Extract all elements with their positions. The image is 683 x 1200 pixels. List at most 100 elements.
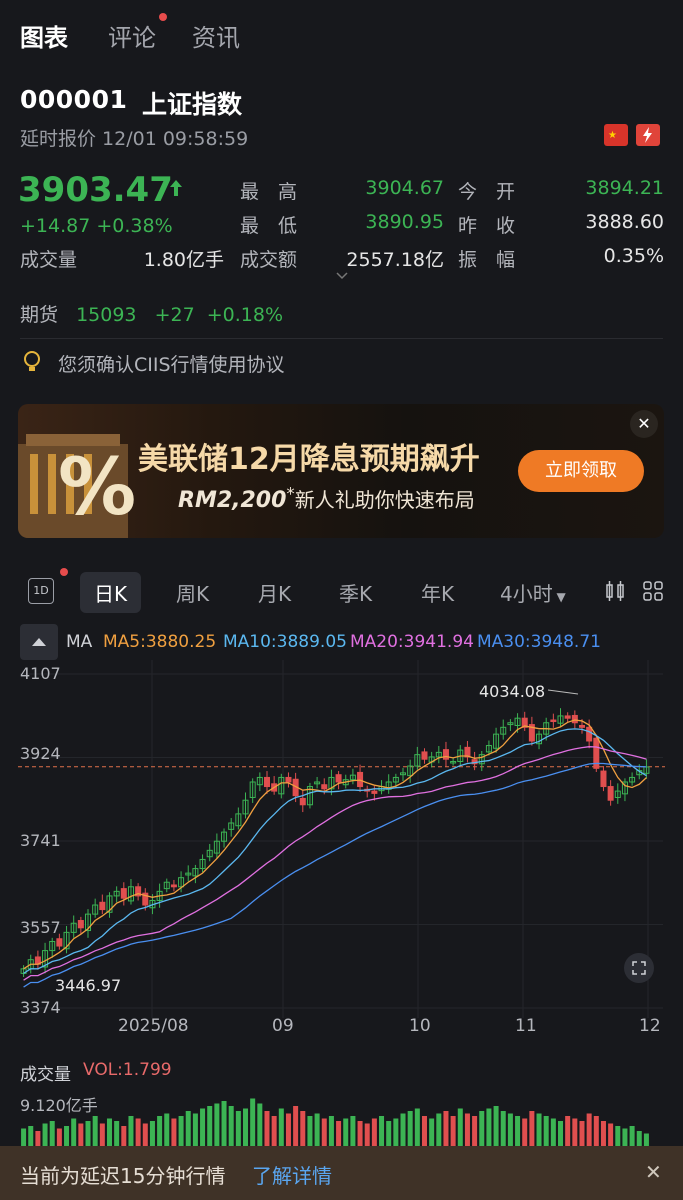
svg-text:★: ★ [608, 130, 617, 141]
volume-bar [515, 1116, 521, 1146]
candle-body [571, 714, 578, 724]
candle-body [550, 719, 557, 723]
volume-bar [443, 1111, 449, 1146]
volume-bar [472, 1116, 478, 1146]
futures-value: 15093 [76, 304, 137, 326]
volume-section-label: 成交量 [20, 1065, 71, 1085]
ciis-notice[interactable]: 您须确认CIIS行情使用协议 [58, 350, 285, 377]
intraday-1d-button[interactable]: 1D [28, 578, 54, 604]
x-tick-label: 09 [272, 1016, 294, 1036]
volume-bar [457, 1108, 463, 1146]
close-icon[interactable]: ✕ [645, 1160, 662, 1184]
volume-bar [579, 1121, 585, 1146]
learn-more-link[interactable]: 了解详情 [252, 1160, 332, 1189]
volume-bar [593, 1116, 599, 1146]
ma20-line [23, 746, 647, 981]
volume-indicator-value[interactable]: VOL:1.799 [83, 1060, 172, 1080]
volume-bar [371, 1118, 377, 1146]
futures-change-pct: +0.18% [206, 304, 283, 326]
low-value: 3890.95 [365, 211, 444, 233]
candle-body [564, 715, 571, 719]
volume-label: 成交量 [20, 249, 78, 271]
candle-body [321, 784, 328, 790]
candle-body [299, 797, 306, 806]
promo-banner[interactable]: % 美联储12月降息预期飙升 RM2,200*新人礼助你快速布局 立即领取 ✕ [18, 404, 664, 538]
volume-bar [99, 1123, 105, 1146]
volume-bar [572, 1118, 578, 1146]
tab-weekly-k[interactable]: 周K [176, 578, 209, 607]
volume-bar [235, 1111, 241, 1146]
y-tick-label: 3924 [20, 744, 61, 763]
amplitude-value: 0.35% [603, 245, 664, 267]
ma-label[interactable]: MA [66, 632, 92, 652]
volume-bar [128, 1116, 134, 1146]
y-tick-label: 4107 [20, 664, 61, 683]
volume-bar [35, 1131, 41, 1146]
candle-body [357, 771, 364, 788]
volume-bar [178, 1116, 184, 1146]
expand-chevron-icon[interactable] [335, 266, 349, 285]
volume-bar [300, 1111, 306, 1146]
volume-bar [278, 1108, 284, 1146]
volume-bar [49, 1121, 55, 1146]
tab-quarterly-k[interactable]: 季K [339, 578, 372, 607]
volume-bar [414, 1108, 420, 1146]
volume-bar [493, 1106, 499, 1146]
open-label: 今 开 [458, 181, 516, 203]
collapse-up-icon[interactable] [20, 624, 58, 660]
volume-bar [608, 1123, 614, 1146]
volume-bar [114, 1121, 120, 1146]
volume-bar [543, 1116, 549, 1146]
candle-body [442, 749, 449, 760]
tab-daily-k[interactable]: 日K [80, 572, 142, 613]
candle-body [285, 776, 292, 783]
high-label: 最 高 [240, 181, 298, 203]
fullscreen-icon[interactable] [624, 953, 654, 983]
tab-yearly-k[interactable]: 年K [421, 578, 454, 607]
banner-title: 美联储12月降息预期飙升 [138, 442, 480, 477]
close-icon[interactable]: ✕ [630, 410, 658, 438]
volume-bar [142, 1123, 148, 1146]
volume-bar [400, 1113, 406, 1146]
volume-bar [250, 1098, 256, 1146]
volume-bar [550, 1118, 556, 1146]
volume-bar [336, 1121, 342, 1146]
prev-close-label: 昨 收 [458, 215, 516, 237]
volume-bar [42, 1123, 48, 1146]
y-tick-label: 3557 [20, 918, 61, 937]
stock-name: 上证指数 [142, 90, 243, 119]
intraday-notification-dot [60, 568, 68, 576]
tab-news[interactable]: 资讯 [192, 18, 240, 53]
candle-body [578, 724, 585, 728]
banner-subtitle: RM2,200*新人礼助你快速布局 [178, 484, 475, 513]
candle-style-icon[interactable] [604, 580, 626, 606]
tab-monthly-k[interactable]: 月K [258, 578, 291, 607]
grid-menu-icon[interactable] [642, 580, 664, 606]
tab-4hour[interactable]: 4小时 ▼ [500, 578, 566, 607]
futures-row[interactable]: 期货 15093 +27 +0.18% [20, 300, 283, 327]
lightning-icon[interactable] [636, 124, 660, 146]
price-change: +14.87 +0.38% [20, 215, 173, 237]
volume-bar [393, 1118, 399, 1146]
volume-bar [157, 1116, 163, 1146]
volume-bar [507, 1113, 513, 1146]
amount-label: 成交额 [240, 249, 298, 271]
high-annotation: 4034.08 [479, 682, 546, 701]
china-flag-icon: ★ [604, 124, 628, 146]
volume-bar [28, 1126, 34, 1146]
volume-bar [479, 1111, 485, 1146]
tab-chart[interactable]: 图表 [20, 18, 68, 53]
tab-comments[interactable]: 评论 [108, 18, 156, 53]
volume-bar [615, 1126, 621, 1146]
volume-bar [106, 1118, 112, 1146]
divider [20, 338, 663, 339]
delay-notice-text: 当前为延迟15分钟行情 [20, 1164, 226, 1188]
claim-button[interactable]: 立即领取 [518, 450, 644, 492]
volume-bar [228, 1106, 234, 1146]
volume-bar [21, 1128, 27, 1146]
volume-bar [357, 1121, 363, 1146]
volume-bar [636, 1131, 642, 1146]
volume-bar [328, 1116, 334, 1146]
volume-chart[interactable] [0, 1094, 683, 1146]
volume-bar [643, 1133, 649, 1146]
